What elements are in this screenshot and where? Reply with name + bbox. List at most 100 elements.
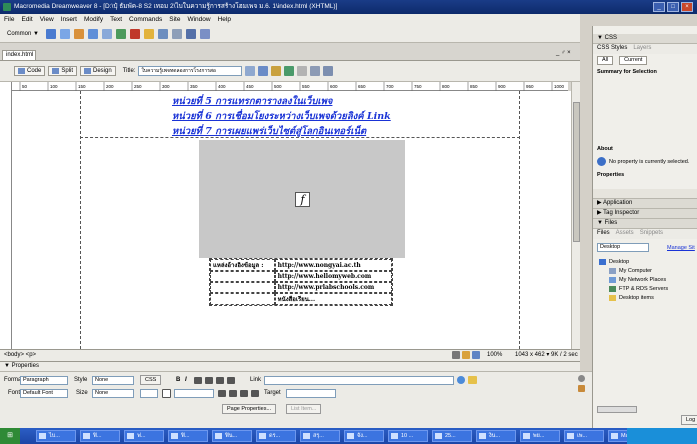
tab-snippets[interactable]: Snippets — [640, 229, 663, 239]
menu-file[interactable]: File — [4, 14, 14, 26]
taskbar-item[interactable]: พย... — [520, 430, 560, 442]
start-button[interactable]: ⊞ — [0, 428, 20, 444]
globe-icon[interactable] — [284, 66, 295, 76]
tag-selector[interactable]: <body> <p> — [4, 350, 36, 361]
manage-sites-link[interactable]: Manage Sit — [667, 245, 695, 251]
table-cell[interactable]: http://www.prlabschools.com — [274, 282, 392, 293]
taskbar-item[interactable]: เพ... — [564, 430, 604, 442]
table-cell[interactable]: หนังสือเรียน... — [274, 293, 392, 305]
taskbar-item[interactable]: 25... — [432, 430, 472, 442]
browse-folder-icon[interactable] — [468, 376, 477, 384]
tree-item-my-computer[interactable]: My Computer — [609, 268, 652, 274]
point-to-file-icon[interactable] — [457, 376, 465, 384]
table-icon[interactable] — [87, 29, 98, 39]
maximize-button[interactable]: □ — [667, 2, 679, 12]
tag-inspector-panel-header[interactable]: ▶ Tag Inspector — [593, 209, 697, 219]
tree-item-desktop-items[interactable]: Desktop items — [609, 295, 654, 301]
minimize-button[interactable]: _ — [653, 2, 665, 12]
tree-item-network[interactable]: My Network Places — [609, 277, 666, 283]
taskbar-item[interactable]: จัง... — [344, 430, 384, 442]
templates-icon[interactable] — [185, 29, 196, 39]
taskbar-item[interactable]: ฟิน... — [212, 430, 252, 442]
list-item-button[interactable]: List Item... — [286, 404, 322, 414]
taskbar-item[interactable]: ไบ... — [36, 430, 76, 442]
files-panel-header[interactable]: ▼ Files — [593, 219, 697, 229]
no-browser-check-icon[interactable] — [245, 66, 256, 76]
insert-category-dropdown[interactable]: Common ▼ — [4, 30, 42, 38]
tab-current[interactable]: Current — [619, 56, 648, 65]
document-window-controls[interactable]: _ ♂ × — [556, 50, 571, 56]
table-cell[interactable]: http://www.hellomyweb.com — [274, 271, 392, 282]
table-cell[interactable]: http://www.nongyai.ac.th — [274, 259, 392, 271]
tab-layers[interactable]: Layers — [633, 44, 651, 54]
table-cell[interactable] — [210, 282, 275, 293]
design-view[interactable]: หน่วยที่ 5 การแทรกตารางลงในเว็บเพจ หน่วย… — [12, 91, 571, 349]
named-anchor-icon[interactable] — [73, 29, 84, 39]
text-color-input[interactable] — [174, 389, 214, 398]
unordered-list-icon[interactable] — [218, 390, 226, 397]
ordered-list-icon[interactable] — [229, 390, 237, 397]
document-tab[interactable]: index.html — [2, 50, 36, 60]
zoom-tool-icon[interactable] — [472, 351, 480, 359]
email-link-icon[interactable] — [59, 29, 70, 39]
font-select[interactable]: Default Font — [20, 389, 68, 398]
server-side-include-icon[interactable] — [157, 29, 168, 39]
justify-icon[interactable] — [227, 377, 235, 384]
close-button[interactable]: × — [681, 2, 693, 12]
size-unit-select[interactable] — [140, 389, 158, 398]
menu-help[interactable]: Help — [218, 14, 231, 26]
visual-aids-icon[interactable] — [323, 66, 334, 76]
style-select[interactable]: None — [92, 376, 134, 385]
align-center-icon[interactable] — [205, 377, 213, 384]
tab-assets[interactable]: Assets — [616, 229, 634, 239]
taskbar-item[interactable]: ดร... — [256, 430, 296, 442]
taskbar-item[interactable]: สรุ... — [300, 430, 340, 442]
taskbar-item[interactable]: ฟิ... — [80, 430, 120, 442]
link-input[interactable] — [264, 376, 454, 385]
menu-edit[interactable]: Edit — [21, 14, 32, 26]
menu-site[interactable]: Site — [169, 14, 180, 26]
image-icon[interactable] — [115, 29, 126, 39]
menu-commands[interactable]: Commands — [129, 14, 162, 26]
align-left-icon[interactable] — [194, 377, 202, 384]
taskbar-item[interactable]: งิน... — [476, 430, 516, 442]
design-view-button[interactable]: Design — [80, 66, 116, 76]
taskbar-item[interactable]: 10 ... — [388, 430, 428, 442]
lesson-link-5[interactable]: หน่วยที่ 5 การแทรกตารางลงในเว็บเพจ — [172, 94, 332, 109]
files-hscrollbar[interactable] — [597, 406, 637, 413]
tab-files[interactable]: Files — [597, 229, 610, 239]
page-properties-button[interactable]: Page Properties... — [222, 404, 277, 414]
select-tool-icon[interactable] — [452, 351, 460, 359]
quick-tag-editor-icon[interactable] — [578, 385, 585, 392]
text-color-swatch[interactable] — [162, 389, 171, 398]
indent-icon[interactable] — [251, 390, 259, 397]
properties-header[interactable]: ▼ Properties — [0, 361, 580, 371]
align-right-icon[interactable] — [216, 377, 224, 384]
lesson-link-6[interactable]: หน่วยที่ 6 การเชื่อมโยงระหว่างเว็บเพจด้ว… — [172, 109, 391, 124]
table-cell[interactable] — [210, 293, 275, 305]
application-panel-header[interactable]: ▶ Application — [593, 199, 697, 209]
title-input[interactable]: ใบความรู้เพจทดลองการโรงการสอ — [138, 66, 243, 76]
tree-item-desktop[interactable]: Desktop — [599, 259, 629, 265]
taskbar-item[interactable]: ฟ... — [124, 430, 164, 442]
window-size[interactable]: 1043 x 462 ▾ 9K / 2 sec — [515, 350, 578, 361]
css-button[interactable]: CSS — [140, 375, 162, 385]
date-icon[interactable] — [143, 29, 154, 39]
tab-css-styles[interactable]: CSS Styles — [597, 44, 627, 54]
file-management-icon[interactable] — [258, 66, 269, 76]
menu-view[interactable]: View — [40, 14, 54, 26]
hand-tool-icon[interactable] — [462, 351, 470, 359]
format-select[interactable]: Paragraph — [20, 376, 68, 385]
taskbar-item[interactable]: ฟิ... — [168, 430, 208, 442]
site-select[interactable]: Desktop — [597, 243, 649, 252]
size-select[interactable]: None — [92, 389, 134, 398]
table-cell[interactable] — [210, 271, 275, 282]
log-button[interactable]: Log — [681, 415, 697, 425]
zoom-level[interactable]: 100% — [487, 350, 502, 361]
code-view-button[interactable]: Code — [14, 66, 46, 76]
flash-placeholder[interactable]: f — [199, 140, 405, 258]
menu-insert[interactable]: Insert — [61, 14, 77, 26]
tag-chooser-icon[interactable] — [199, 29, 210, 39]
menu-window[interactable]: Window — [187, 14, 210, 26]
hyperlink-icon[interactable] — [45, 29, 56, 39]
